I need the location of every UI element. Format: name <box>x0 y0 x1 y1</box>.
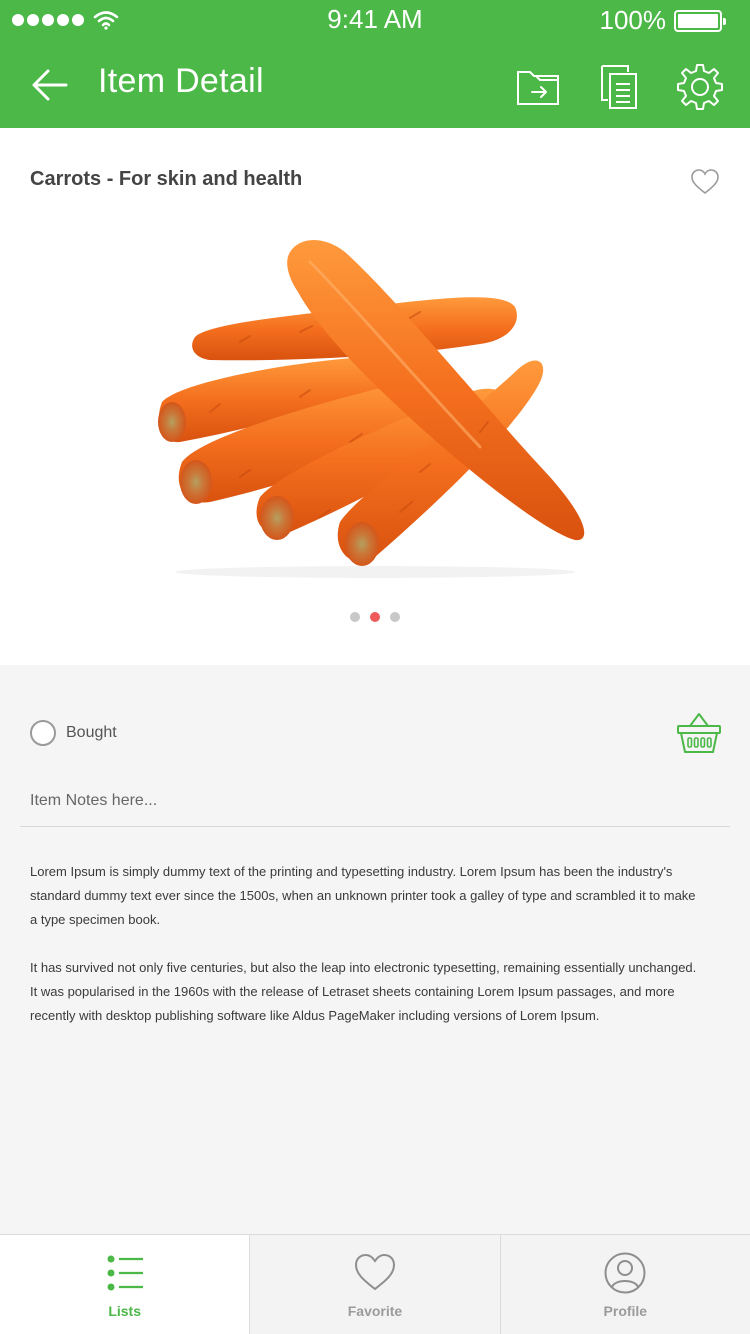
product-card: Carrots - For skin and health <box>0 128 750 665</box>
list-icon <box>107 1255 143 1291</box>
app-header: Item Detail <box>0 40 750 128</box>
tab-profile[interactable]: Profile <box>501 1235 750 1334</box>
status-bar: 9:41 AM 100% <box>0 0 750 40</box>
move-to-folder-icon[interactable] <box>514 62 562 110</box>
favorite-heart-icon[interactable] <box>690 168 720 196</box>
pager-dot[interactable] <box>350 612 360 622</box>
tab-lists[interactable]: Lists <box>0 1235 251 1334</box>
tab-label: Lists <box>108 1303 141 1319</box>
bought-radio[interactable] <box>30 720 56 746</box>
carrots-photo <box>150 232 600 582</box>
settings-gear-icon[interactable] <box>676 62 724 110</box>
page-title: Item Detail <box>98 62 264 100</box>
tab-favorite[interactable]: Favorite <box>250 1235 501 1334</box>
back-arrow-icon[interactable] <box>26 62 72 108</box>
copy-document-icon[interactable] <box>598 62 646 110</box>
image-pager <box>0 612 750 622</box>
bought-label: Bought <box>66 724 117 741</box>
tab-label: Favorite <box>347 1303 403 1319</box>
bottom-tab-bar: Lists Favorite Profile <box>0 1234 750 1334</box>
profile-icon <box>604 1252 646 1294</box>
heart-icon <box>354 1253 395 1291</box>
description-paragraph: It has survived not only five centuries,… <box>30 960 697 1023</box>
pager-dot[interactable] <box>370 612 380 622</box>
description-paragraph: Lorem Ipsum is simply dummy text of the … <box>30 864 696 927</box>
battery-indicator: 100% <box>599 5 726 36</box>
basket-icon[interactable] <box>676 710 722 756</box>
pager-dot[interactable] <box>390 612 400 622</box>
item-description: Lorem Ipsum is simply dummy text of the … <box>30 860 700 1052</box>
carrots-illustration <box>158 240 585 578</box>
product-title: Carrots - For skin and health <box>30 168 303 190</box>
item-notes-input[interactable] <box>20 775 730 827</box>
battery-icon <box>674 9 726 32</box>
battery-percent: 100% <box>599 5 667 35</box>
bought-toggle[interactable]: Bought <box>30 720 117 746</box>
tab-label: Profile <box>603 1303 648 1319</box>
